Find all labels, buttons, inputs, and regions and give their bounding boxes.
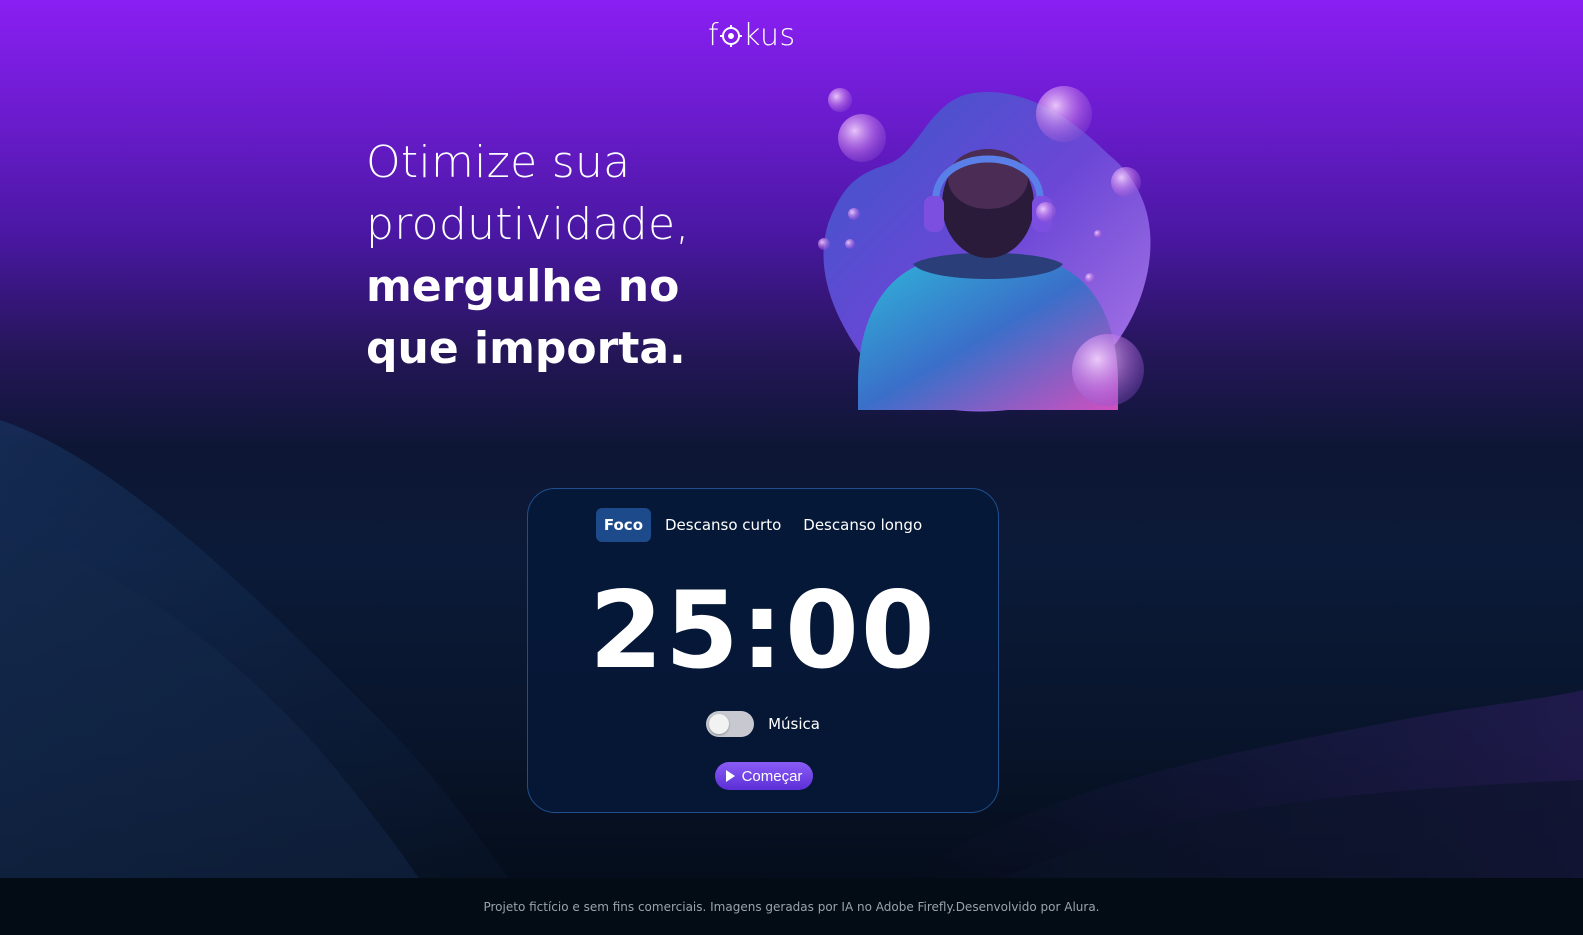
timer-card: Foco Descanso curto Descanso longo 25:00… <box>527 488 999 813</box>
music-toggle[interactable] <box>706 711 755 737</box>
toggle-knob <box>709 714 730 734</box>
logo-text-kus: kus <box>743 18 796 53</box>
headline-line-2: produtividade, <box>366 199 690 250</box>
headline-line-4: que importa. <box>366 323 686 374</box>
timer-display: 25:00 <box>589 569 937 692</box>
start-button[interactable]: Começar <box>715 762 813 790</box>
start-button-label: Começar <box>741 767 803 785</box>
tab-descanso-longo[interactable]: Descanso longo <box>795 508 930 542</box>
tab-foco[interactable]: Foco <box>595 508 651 542</box>
headline-line-3: mergulhe no <box>366 261 680 312</box>
music-label: Música <box>768 715 820 733</box>
headline-line-1: Otimize sua <box>366 137 631 188</box>
play-icon <box>725 770 735 782</box>
footer-text: Projeto fictício e sem fins comerciais. … <box>483 900 1100 914</box>
tab-descanso-curto[interactable]: Descanso curto <box>657 508 789 542</box>
fokus-logo[interactable]: f kus <box>708 18 796 54</box>
hero-illustration <box>818 86 1151 412</box>
mode-tabs: Foco Descanso curto Descanso longo <box>528 508 998 542</box>
target-icon <box>720 25 743 47</box>
music-row: Música <box>528 711 998 737</box>
logo-text-f: f <box>708 18 720 53</box>
headline: Otimize sua produtividade, mergulhe no q… <box>366 132 786 380</box>
